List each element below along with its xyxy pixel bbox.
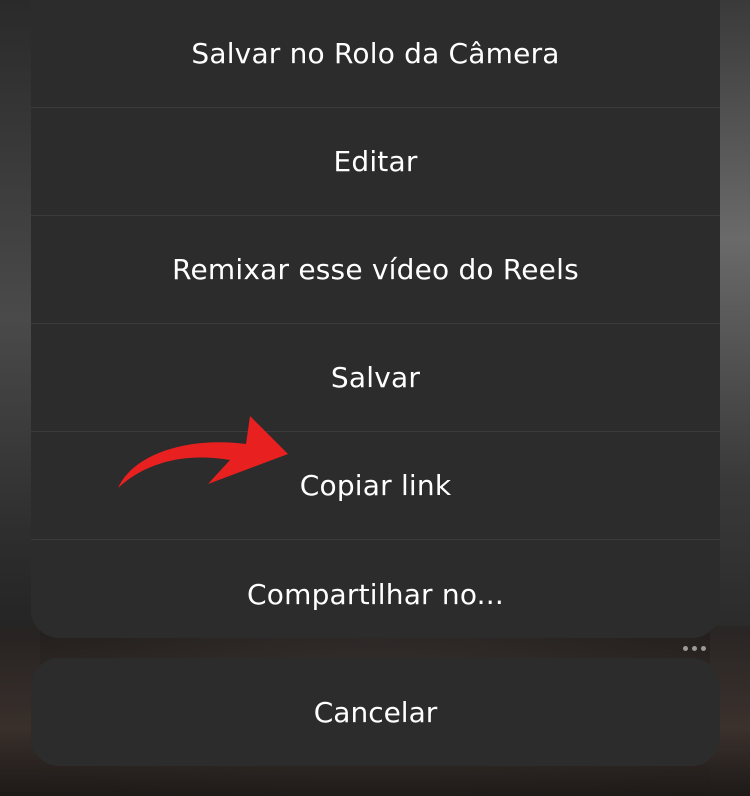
edit-button[interactable]: Editar [31,108,720,216]
edit-label: Editar [333,145,418,178]
screen: Salvar no Rolo da Câmera Editar Remixar … [0,0,750,796]
cancel-button[interactable]: Cancelar [31,658,720,766]
share-to-label: Compartilhar no... [247,577,504,611]
save-to-camera-roll-button[interactable]: Salvar no Rolo da Câmera [31,0,720,108]
share-to-button[interactable]: Compartilhar no... [31,540,720,638]
save-to-camera-roll-label: Salvar no Rolo da Câmera [191,37,560,70]
remix-reel-label: Remixar esse vídeo do Reels [172,253,579,286]
cancel-label: Cancelar [313,695,438,729]
save-label: Salvar [330,361,421,394]
action-sheet: Salvar no Rolo da Câmera Editar Remixar … [31,0,720,638]
remix-reel-button[interactable]: Remixar esse vídeo do Reels [31,216,720,324]
more-options-icon [683,646,706,651]
red-arrow-icon [118,416,288,488]
copy-link-label: Copiar link [299,469,452,502]
